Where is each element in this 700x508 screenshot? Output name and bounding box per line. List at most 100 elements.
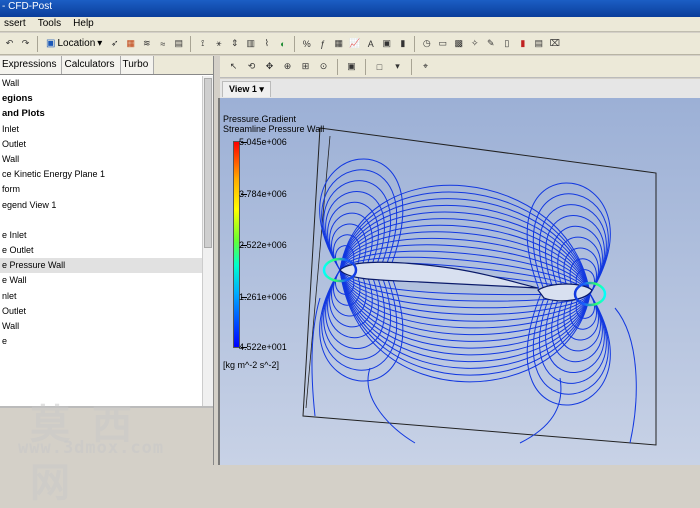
report-icon[interactable]: ▮ (515, 36, 530, 51)
tab-turbo[interactable]: Turbo (120, 56, 155, 74)
view-tab-bar: View 1 ▾ (220, 79, 700, 98)
streamlines-group (311, 158, 637, 444)
tab-expressions[interactable]: Expressions (0, 56, 63, 74)
variable-icon[interactable]: % (299, 36, 314, 51)
toolbar-separator (365, 58, 366, 75)
probe-icon[interactable]: ⌖ (418, 59, 433, 74)
expression-icon[interactable]: ƒ (315, 36, 330, 51)
toolbar-separator (337, 58, 338, 75)
chevron-down-icon: ▾ (259, 84, 264, 94)
zoom-icon[interactable]: ⊕ (280, 59, 295, 74)
tree-item[interactable]: Wall (0, 152, 203, 167)
tree-item[interactable]: nlet (0, 289, 203, 304)
view-tab[interactable]: View 1 ▾ (222, 81, 271, 97)
location-icon: ▣ (46, 38, 56, 49)
tree-item[interactable]: Outlet (0, 137, 203, 152)
tree-item[interactable]: e Outlet (0, 243, 203, 258)
streamline-icon[interactable]: ≋ (139, 36, 154, 51)
pan-icon[interactable]: ✥ (262, 59, 277, 74)
tree-item[interactable]: e (0, 334, 203, 349)
airfoil-right (537, 283, 593, 302)
tree-item[interactable]: egend View 1 (0, 198, 203, 213)
legend-value-max: 5.045e+006 (239, 137, 287, 147)
streamline (614, 307, 637, 444)
animation-icon[interactable]: ▭ (435, 36, 450, 51)
legend-icon[interactable]: ▮ (395, 36, 410, 51)
highlight-icon[interactable]: ▣ (344, 59, 359, 74)
surface-group-icon[interactable]: ▥ (243, 36, 258, 51)
details-panel (0, 406, 213, 465)
menu-bar: ssert Tools Help (0, 17, 700, 32)
volume-render-icon[interactable]: ▤ (171, 36, 186, 51)
legend-variable: Pressure.Gradient (223, 114, 297, 124)
table-icon[interactable]: ▦ (331, 36, 346, 51)
polyline-icon[interactable]: ⚹ (211, 36, 226, 51)
legend-unit: [kg m^-2 s^-2] (223, 360, 279, 370)
layout-icon[interactable]: □ (372, 59, 387, 74)
export-icon[interactable]: ▩ (451, 36, 466, 51)
toolbar-separator (411, 58, 412, 75)
print-icon[interactable]: ▯ (499, 36, 514, 51)
outline-tree: Wall egions and Plots Inlet Outlet Wall ce Kin… (0, 76, 203, 406)
isosurface-icon[interactable]: ⟟ (195, 36, 210, 51)
text-icon[interactable]: A (363, 36, 378, 51)
probe-icon[interactable]: ✧ (467, 36, 482, 51)
legend-value: 3.784e+006 (239, 189, 287, 199)
legend-plot-name: Streamline Pressure Wall (223, 124, 325, 134)
redo-icon[interactable]: ↷ (18, 36, 33, 51)
tree-scrollbar[interactable] (202, 76, 213, 406)
streamline (311, 297, 321, 417)
legend-title: Pressure.Gradient Streamline Pressure Wa… (223, 114, 324, 134)
particle-track-icon[interactable]: ≈ (155, 36, 170, 51)
domain-box-back-edge (305, 135, 331, 409)
tree-item[interactable]: Inlet (0, 122, 203, 137)
pen-icon[interactable]: ✎ (483, 36, 498, 51)
chevron-down-icon[interactable]: ▾ (390, 59, 405, 74)
user-surface-icon[interactable]: ⌇ (259, 36, 274, 51)
clip-icon[interactable]: ⇕ (227, 36, 242, 51)
left-panel: Expressions Calculators Turbo Wall egions… (0, 56, 214, 465)
image-icon[interactable]: ▣ (379, 36, 394, 51)
rotate-icon[interactable]: ⟲ (244, 59, 259, 74)
clock-icon[interactable]: ◷ (419, 36, 434, 51)
tree-item[interactable]: e Pressure Wall (0, 258, 203, 274)
menu-help[interactable]: Help (69, 17, 99, 29)
tree-item[interactable]: e Inlet (0, 228, 203, 243)
tree-item[interactable]: ce Kinetic Energy Plane 1 (0, 167, 203, 182)
chevron-down-icon: ▾ (97, 38, 103, 49)
tree-item[interactable]: form (0, 182, 203, 197)
menu-insert[interactable]: ssert (0, 17, 31, 29)
toolbar-separator (190, 35, 192, 52)
tree-item[interactable]: egions (0, 91, 203, 106)
tree-item[interactable]: Wall (0, 76, 203, 91)
tree-item[interactable]: and Plots (0, 106, 203, 121)
save-image-icon[interactable]: ▤ (531, 36, 546, 51)
location-dropdown[interactable]: ▣ Location ▾ (42, 38, 106, 49)
streamline-plot (302, 127, 657, 446)
panel-tabs: Expressions Calculators Turbo (0, 56, 213, 75)
undo-icon[interactable]: ↶ (2, 36, 17, 51)
3d-viewport[interactable]: Pressure.Gradient Streamline Pressure Wa… (218, 98, 700, 465)
toolbar-separator (294, 35, 296, 52)
scrollbar-thumb[interactable] (204, 78, 212, 248)
tree-item[interactable]: e Wall (0, 273, 203, 288)
color-map-icon[interactable]: ◐ (275, 36, 290, 51)
console-icon[interactable]: ⌧ (547, 36, 562, 51)
tree-item[interactable] (0, 213, 203, 228)
tree-item[interactable]: Outlet (0, 304, 203, 319)
contour-icon[interactable]: ▦ (123, 36, 138, 51)
tree-item[interactable]: Wall (0, 319, 203, 334)
viewer-toolbar: ↖ ⟲ ✥ ⊕ ⊞ ⊙ ▣ □ ▾ ⌖ (220, 56, 700, 78)
legend-value: 1.261e+006 (239, 292, 287, 302)
view-tab-label: View 1 (229, 84, 257, 94)
chart-icon[interactable]: 📈 (347, 36, 362, 51)
zoom-box-icon[interactable]: ⊞ (298, 59, 313, 74)
tab-calculators[interactable]: Calculators (62, 56, 121, 74)
vector-icon[interactable]: ➶ (107, 36, 122, 51)
fit-view-icon[interactable]: ⊙ (316, 59, 331, 74)
title-bar: - CFD-Post (0, 0, 700, 17)
select-icon[interactable]: ↖ (226, 59, 241, 74)
legend-value: 2.522e+006 (239, 240, 287, 250)
legend-value-min: 4.522e+001 (239, 342, 287, 352)
menu-tools[interactable]: Tools (34, 17, 66, 29)
